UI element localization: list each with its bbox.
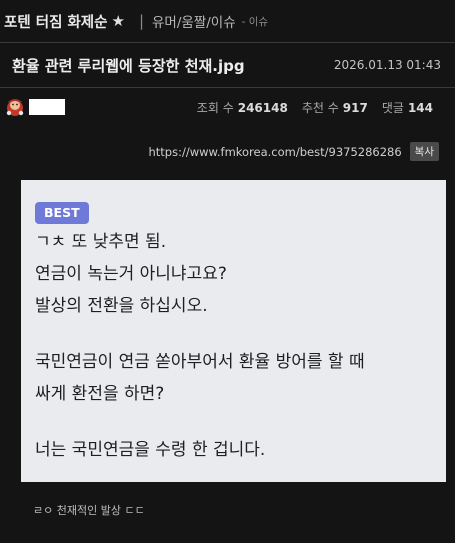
image-line: 연금이 녹는거 아니냐고요?: [35, 264, 227, 284]
author-nickname[interactable]: [29, 99, 65, 115]
post-url-row: https://www.fmkorea.com/best/9375286286 …: [148, 142, 439, 161]
post-url[interactable]: https://www.fmkorea.com/best/9375286286: [148, 145, 401, 159]
image-line: ㄱㅊ 또 낮추면 됨.: [35, 232, 167, 252]
post-body-text: ㄹㅇ 천재적인 발상 ㄷㄷ: [33, 504, 145, 517]
post-stats: 조회 수 246148 추천 수 917 댓글 144: [183, 99, 433, 116]
recommends-stat: 추천 수 917: [301, 100, 368, 115]
copy-url-button[interactable]: 복사: [409, 142, 439, 161]
post-title: 환율 관련 루리웹에 등장한 천재.jpg: [12, 56, 245, 75]
post-title-bar: 환율 관련 루리웹에 등장한 천재.jpg 2026.01.13 01:43: [0, 43, 455, 87]
star-icon: ★: [111, 12, 125, 30]
category-link[interactable]: 유머/움짤/이슈: [152, 11, 236, 31]
post-image: BEST ㄱㅊ 또 낮추면 됨. 연금이 녹는거 아니냐고요? 발상의 전환을 …: [21, 180, 446, 482]
board-title[interactable]: 포텐 터짐 화제순: [4, 11, 107, 32]
subcategory-label: - 이슈: [241, 15, 269, 28]
post-meta: 조회 수 246148 추천 수 917 댓글 144: [0, 88, 455, 126]
board-header: 포텐 터짐 화제순 ★ | 유머/움짤/이슈 - 이슈: [0, 0, 455, 42]
image-line: 싸게 환전을 하면?: [35, 384, 165, 404]
views-stat: 조회 수 246148: [196, 100, 288, 115]
image-line: 국민연금이 연금 쏟아부어서 환율 방어를 할 때: [35, 352, 365, 372]
author[interactable]: [4, 96, 65, 118]
post-date: 2026.01.13 01:43: [333, 58, 441, 72]
image-text: ㄱㅊ 또 낮추면 됨. 연금이 녹는거 아니냐고요? 발상의 전환을 하십시오.…: [35, 226, 446, 466]
image-line: 발상의 전환을 하십시오.: [35, 296, 208, 316]
comments-stat: 댓글 144: [381, 100, 433, 115]
avatar: [6, 99, 24, 116]
header-separator: |: [138, 12, 144, 30]
image-line: 너는 국민연금을 수령 한 겁니다.: [35, 440, 266, 460]
best-badge: BEST: [35, 202, 89, 224]
